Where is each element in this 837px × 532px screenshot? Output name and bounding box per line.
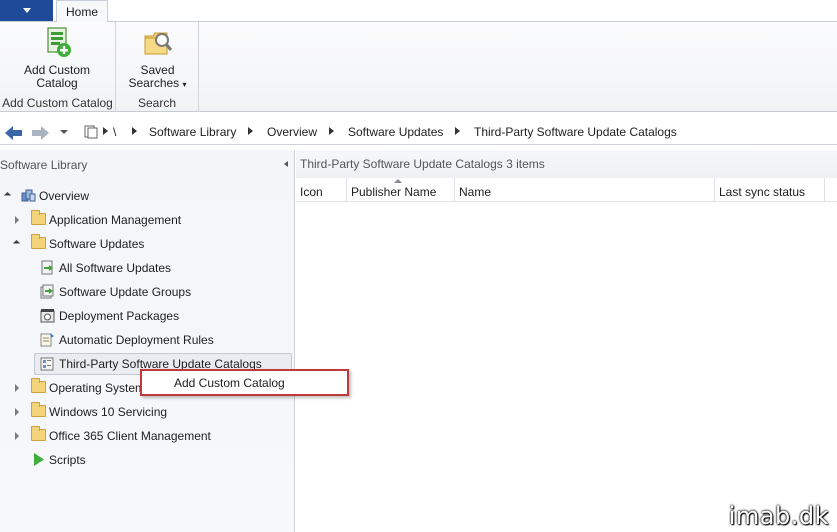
context-menu-add-custom-catalog[interactable]: Add Custom Catalog (174, 376, 285, 390)
overview-icon (21, 188, 36, 203)
column-header-publisher-name[interactable]: Publisher Name (347, 178, 455, 202)
item-count: 3 items (506, 157, 545, 171)
package-icon (40, 308, 55, 323)
ribbon: Add Custom Catalog Add Custom Catalog Sa… (0, 22, 837, 112)
breadcrumb-root[interactable]: \ (113, 125, 116, 139)
tree-label: Deployment Packages (59, 309, 180, 323)
dropdown-arrow-icon: ▾ (182, 80, 187, 89)
navigation-pane: Software Library Overview Application Ma… (0, 150, 295, 532)
breadcrumb-separator (132, 127, 137, 135)
folder-icon (31, 402, 46, 417)
folder-icon (31, 426, 46, 441)
add-custom-catalog-label-2: Catalog (36, 76, 78, 90)
folder-icon (31, 210, 46, 225)
saved-searches-label-2: Searches ▾ (128, 76, 187, 90)
ribbon-tab-strip: Home (0, 0, 837, 23)
expanded-arrow-icon[interactable] (3, 191, 12, 200)
tree-label: Software Update Groups (59, 285, 192, 299)
column-header-icon[interactable]: Icon (296, 178, 347, 202)
breadcrumb-separator (248, 127, 253, 135)
breadcrumb-software-updates[interactable]: Software Updates (348, 125, 443, 139)
tree-item-overview[interactable]: Overview (0, 186, 280, 206)
rules-icon (40, 332, 55, 347)
ribbon-group-search: Saved Searches ▾ Search (116, 22, 199, 112)
config-manager-window: Home Add Custom Catalog Add Custom Catal… (0, 0, 837, 532)
saved-searches-icon (141, 26, 175, 60)
column-header-name[interactable]: Name (455, 178, 715, 202)
breadcrumb-software-library[interactable]: Software Library (149, 125, 236, 139)
catalog-icon (40, 356, 55, 371)
saved-searches-button[interactable]: Saved Searches ▾ (120, 26, 195, 91)
expanded-arrow-icon[interactable] (12, 239, 21, 248)
results-title: Third-Party Software Update Catalogs 3 i… (300, 157, 545, 171)
app-menu-button[interactable] (0, 0, 54, 21)
ribbon-group-add-custom-catalog: Add Custom Catalog Add Custom Catalog (0, 22, 116, 112)
tree-item-scripts[interactable]: Scripts (0, 450, 280, 470)
add-custom-catalog-button[interactable]: Add Custom Catalog (16, 26, 98, 90)
breadcrumb-overview[interactable]: Overview (267, 125, 317, 139)
tree-label: Scripts (49, 453, 86, 467)
column-header-last-sync-status[interactable]: Last sync status (715, 178, 825, 202)
tree-item-windows-10-servicing[interactable]: Windows 10 Servicing (0, 402, 280, 422)
tree-label: Office 365 Client Management (49, 429, 211, 443)
grid-header: Icon Publisher Name Name Last sync statu… (296, 178, 837, 202)
tree-item-all-software-updates[interactable]: All Software Updates (0, 258, 280, 278)
tree-label: Application Management (49, 213, 182, 227)
results-pane: Third-Party Software Update Catalogs 3 i… (296, 150, 837, 532)
tree-item-office-365-client-management[interactable]: Office 365 Client Management (0, 426, 280, 446)
software-update-icon (40, 260, 55, 275)
pane-title: Software Library (0, 158, 88, 172)
add-catalog-icon (40, 26, 74, 60)
tree-label: All Software Updates (59, 261, 172, 275)
breadcrumb-separator (329, 127, 334, 135)
context-menu: Add Custom Catalog (140, 369, 349, 396)
tree-item-software-updates[interactable]: Software Updates (0, 234, 280, 254)
collapsed-arrow-icon[interactable] (15, 384, 19, 392)
tree-item-application-management[interactable]: Application Management (0, 210, 280, 230)
breadcrumb-separator (455, 127, 460, 135)
results-header: Third-Party Software Update Catalogs 3 i… (296, 150, 837, 178)
chevron-down-icon (23, 8, 31, 13)
group-label-search: Search (137, 96, 177, 110)
collapsed-arrow-icon[interactable] (15, 216, 19, 224)
group-label-add-custom-catalog: Add Custom Catalog (2, 96, 113, 110)
breadcrumb-third-party-catalogs[interactable]: Third-Party Software Update Catalogs (474, 125, 677, 139)
tree-label: Software Updates (49, 237, 145, 251)
tree-label: Operating Systems (49, 381, 152, 395)
scripts-icon (31, 452, 46, 467)
history-dropdown-icon[interactable] (60, 130, 68, 134)
folder-icon (31, 378, 46, 393)
forward-button[interactable] (29, 123, 51, 143)
tree-item-software-update-groups[interactable]: Software Update Groups (0, 282, 280, 302)
folder-icon (31, 234, 46, 249)
tree-label: Automatic Deployment Rules (59, 333, 214, 347)
tree-item-deployment-packages[interactable]: Deployment Packages (0, 306, 280, 326)
collapsed-arrow-icon[interactable] (15, 408, 19, 416)
breadcrumb-separator (103, 127, 108, 135)
navigation-bar: \ Software Library Overview Software Upd… (0, 120, 837, 145)
collapsed-arrow-icon[interactable] (15, 432, 19, 440)
back-button[interactable] (3, 123, 25, 143)
tree-label: Windows 10 Servicing (49, 405, 168, 419)
watermark: imab.dk (728, 502, 829, 530)
workspace-icon (84, 125, 98, 139)
tree-item-automatic-deployment-rules[interactable]: Automatic Deployment Rules (0, 330, 280, 350)
collapse-pane-icon[interactable] (284, 161, 288, 167)
update-group-icon (40, 284, 55, 299)
tab-home[interactable]: Home (56, 0, 108, 23)
tree-label: Overview (39, 189, 90, 203)
